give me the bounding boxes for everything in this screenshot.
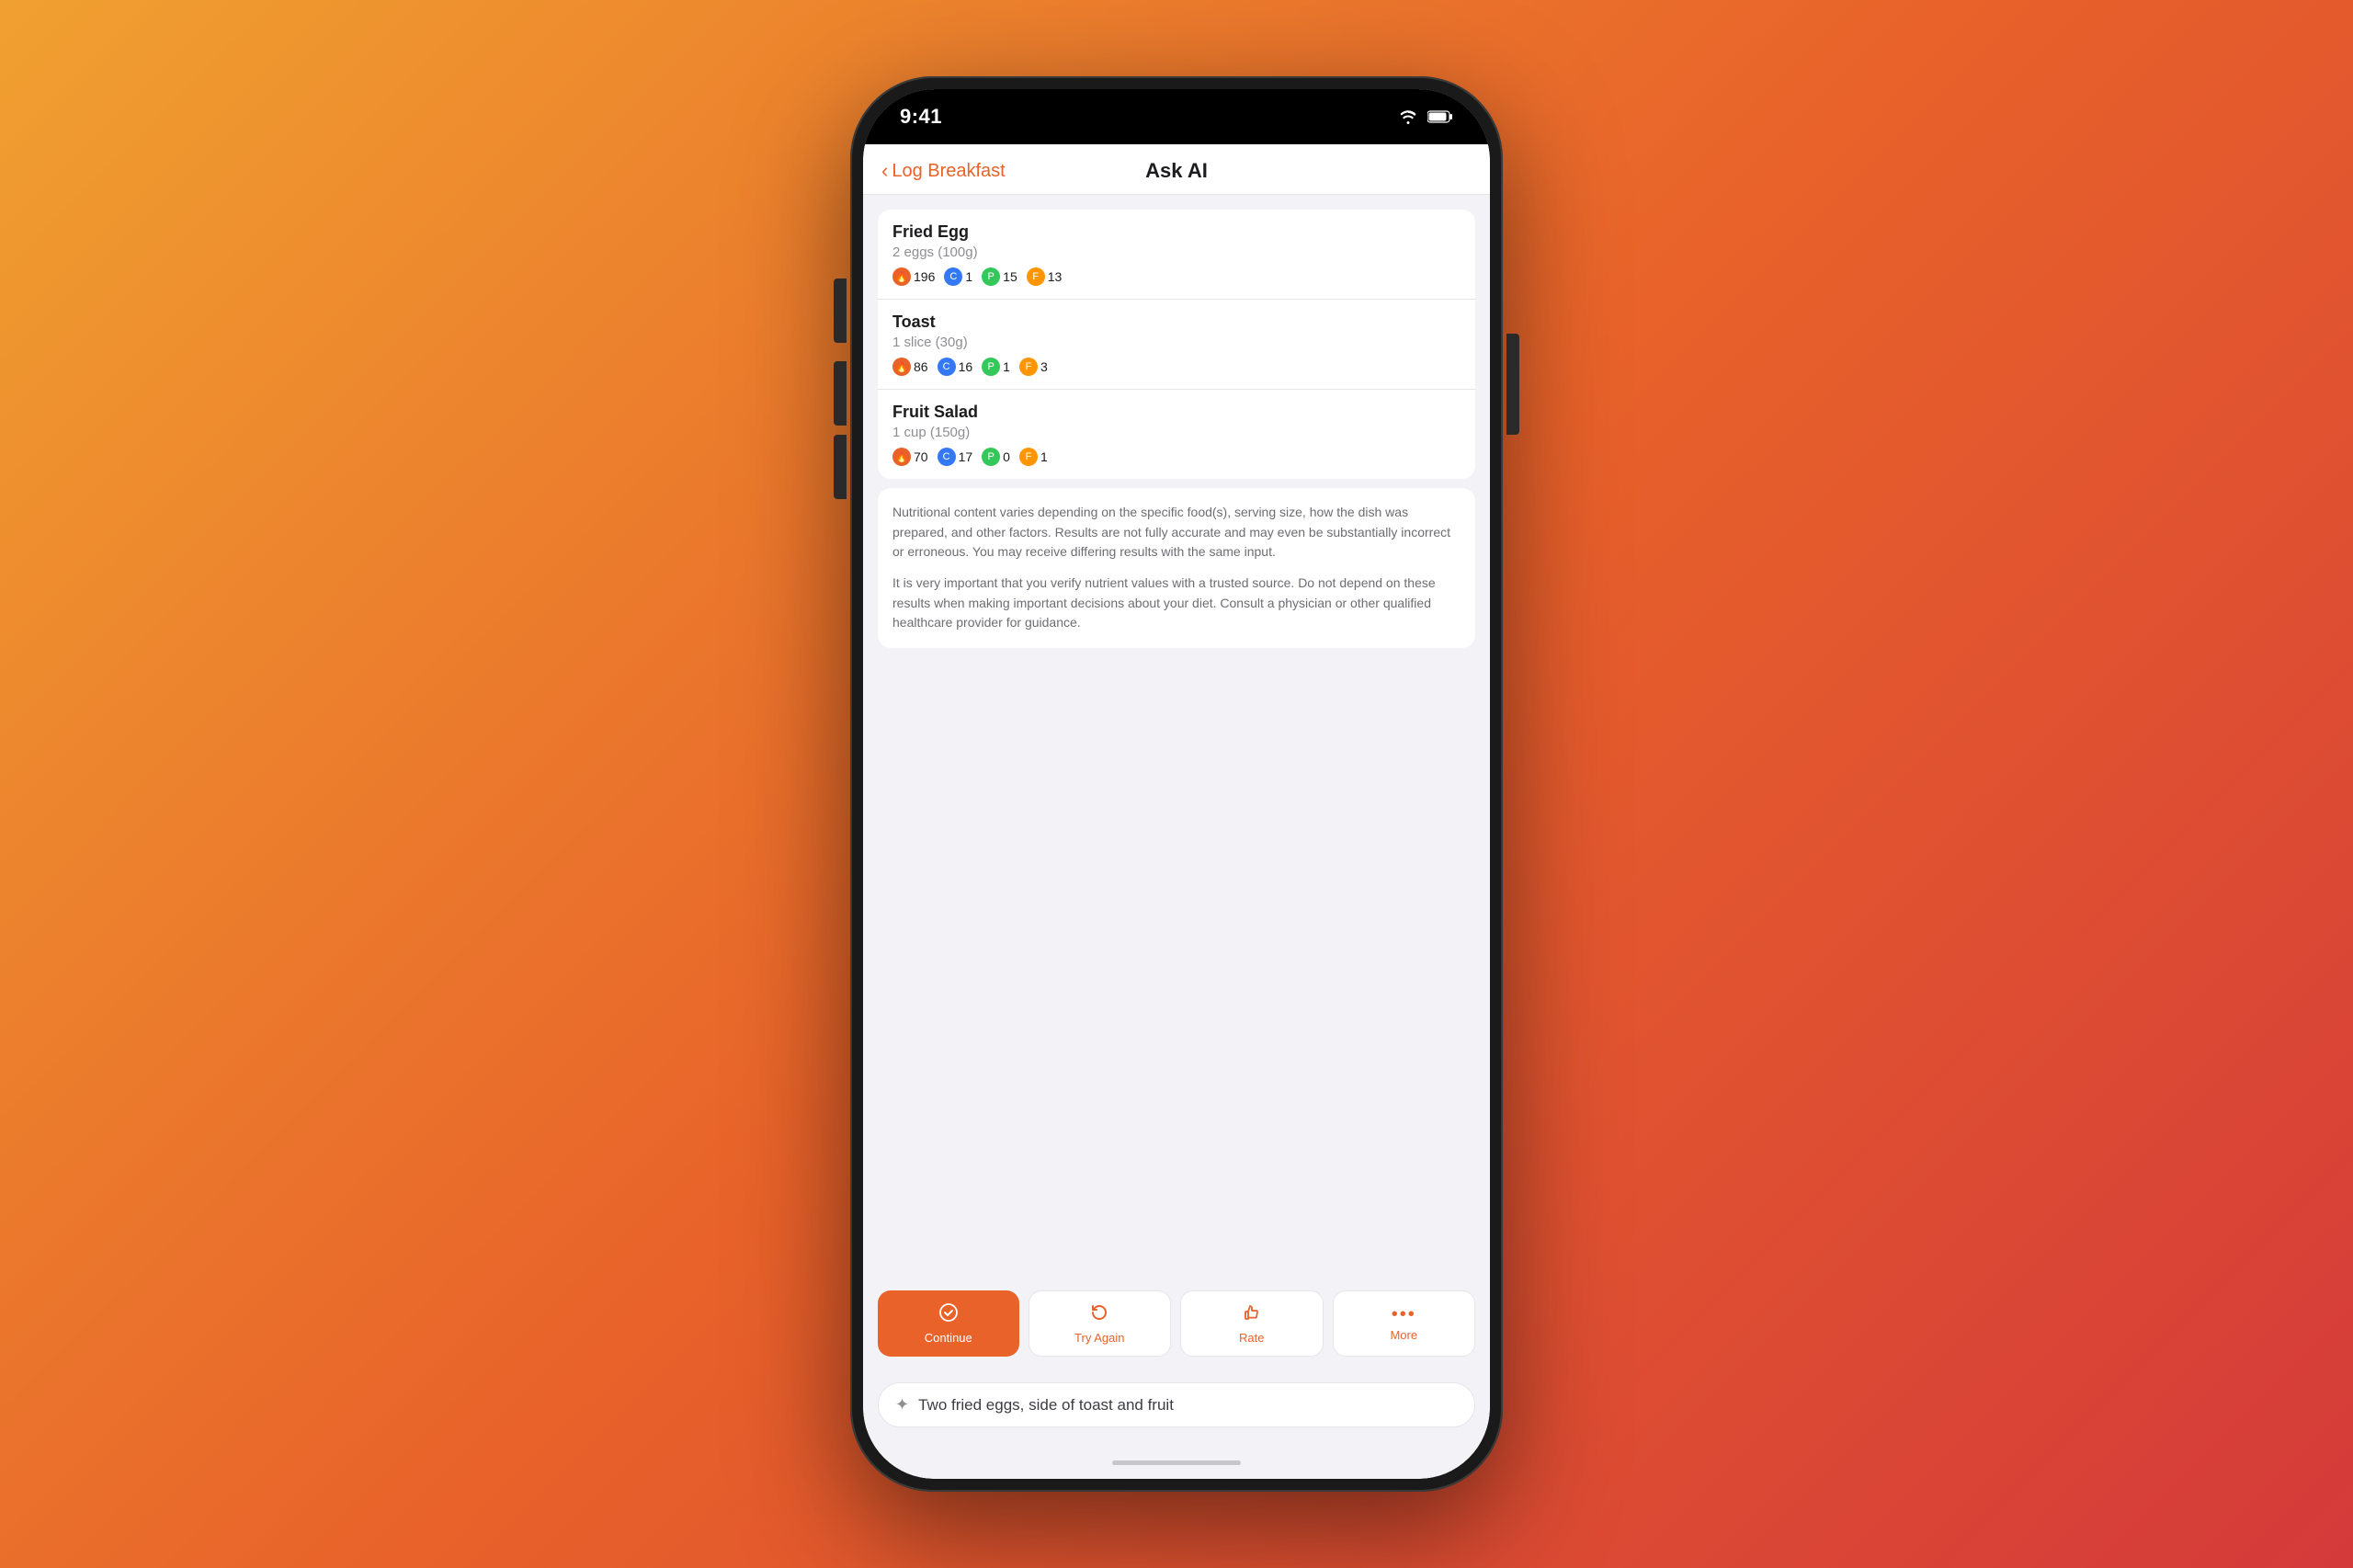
- app-content: ‹ Log Breakfast Ask AI Fried Egg 2 eggs …: [863, 144, 1490, 1479]
- protein-badge-egg: P 15: [982, 267, 1017, 286]
- food-item-toast: Toast 1 slice (30g) 🔥 86 C 16: [878, 300, 1475, 389]
- protein-badge-toast: P 1: [982, 358, 1010, 376]
- food-serving-fried-egg: 2 eggs (100g): [892, 244, 1461, 260]
- check-circle-icon: [938, 1302, 959, 1323]
- food-serving-fruit-salad: 1 cup (150g): [892, 425, 1461, 440]
- bottom-input-area: ✦ Two fried eggs, side of toast and frui…: [863, 1371, 1490, 1446]
- food-cards-group: Fried Egg 2 eggs (100g) 🔥 196 C 1: [878, 210, 1475, 479]
- carb-value-fruit: 17: [959, 449, 973, 464]
- continue-label: Continue: [925, 1331, 972, 1345]
- food-name-fruit-salad: Fruit Salad: [892, 403, 1461, 422]
- fat-icon-toast: F: [1019, 358, 1038, 376]
- try-again-button[interactable]: Try Again: [1029, 1290, 1172, 1357]
- carb-badge-toast: C 16: [938, 358, 973, 376]
- food-nutrients-fruit-salad: 🔥 70 C 17 P 0: [892, 448, 1461, 466]
- disclaimer-para2: It is very important that you verify nut…: [892, 574, 1461, 633]
- fat-badge-toast: F 3: [1019, 358, 1048, 376]
- try-again-icon: [1089, 1302, 1109, 1326]
- dynamic-island: [1098, 102, 1255, 139]
- protein-value-fruit: 0: [1003, 449, 1010, 464]
- refresh-icon: [1089, 1302, 1109, 1323]
- more-button[interactable]: ••• More: [1333, 1290, 1476, 1357]
- food-nutrients-fried-egg: 🔥 196 C 1 P 15: [892, 267, 1461, 286]
- cal-badge-toast: 🔥 86: [892, 358, 928, 376]
- fat-value-egg: 13: [1048, 269, 1063, 284]
- fat-icon-fruit: F: [1019, 448, 1038, 466]
- carb-icon-fruit: C: [938, 448, 956, 466]
- more-icon: •••: [1392, 1305, 1416, 1324]
- carb-icon-toast: C: [938, 358, 956, 376]
- carb-value-toast: 16: [959, 359, 973, 374]
- cal-value-fruit: 70: [914, 449, 928, 464]
- food-name-toast: Toast: [892, 312, 1461, 332]
- carb-badge-egg: C 1: [944, 267, 972, 286]
- fat-value-fruit: 1: [1040, 449, 1048, 464]
- disclaimer-para1: Nutritional content varies depending on …: [892, 503, 1461, 562]
- nav-title: Ask AI: [1145, 159, 1208, 183]
- cal-badge-egg: 🔥 196: [892, 267, 935, 286]
- wifi-icon: [1398, 109, 1418, 124]
- cal-icon-fruit: 🔥: [892, 448, 911, 466]
- protein-value-toast: 1: [1003, 359, 1010, 374]
- rate-button[interactable]: Rate: [1180, 1290, 1324, 1357]
- cal-icon-toast: 🔥: [892, 358, 911, 376]
- cal-badge-fruit: 🔥 70: [892, 448, 928, 466]
- protein-icon-egg: P: [982, 267, 1000, 286]
- food-nutrients-toast: 🔥 86 C 16 P 1: [892, 358, 1461, 376]
- protein-icon-fruit: P: [982, 448, 1000, 466]
- cal-value-egg: 196: [914, 269, 935, 284]
- status-bar: 9:41: [863, 89, 1490, 144]
- carb-icon-egg: C: [944, 267, 962, 286]
- continue-icon: [938, 1302, 959, 1326]
- nav-back-button[interactable]: ‹ Log Breakfast: [881, 161, 1006, 182]
- sparkle-icon: ✦: [895, 1395, 909, 1415]
- food-name-fried-egg: Fried Egg: [892, 222, 1461, 242]
- home-indicator: [863, 1446, 1490, 1479]
- nav-bar: ‹ Log Breakfast Ask AI: [863, 144, 1490, 195]
- rate-label: Rate: [1239, 1331, 1264, 1345]
- carb-badge-fruit: C 17: [938, 448, 973, 466]
- carb-value-egg: 1: [965, 269, 972, 284]
- food-serving-toast: 1 slice (30g): [892, 335, 1461, 350]
- action-buttons-row: Continue Try Again: [863, 1276, 1490, 1371]
- disclaimer-block: Nutritional content varies depending on …: [878, 488, 1475, 648]
- scroll-area: Fried Egg 2 eggs (100g) 🔥 196 C 1: [863, 195, 1490, 1276]
- back-label: Log Breakfast: [892, 161, 1005, 182]
- status-icons: [1398, 109, 1453, 124]
- continue-button[interactable]: Continue: [878, 1290, 1019, 1357]
- fat-badge-fruit: F 1: [1019, 448, 1048, 466]
- try-again-label: Try Again: [1074, 1331, 1124, 1345]
- more-label: More: [1390, 1328, 1417, 1342]
- cal-value-toast: 86: [914, 359, 928, 374]
- back-chevron-icon: ‹: [881, 161, 888, 181]
- food-item-fruit-salad: Fruit Salad 1 cup (150g) 🔥 70 C 17: [878, 390, 1475, 479]
- protein-badge-fruit: P 0: [982, 448, 1010, 466]
- cal-icon-egg: 🔥: [892, 267, 911, 286]
- search-input-text: Two fried eggs, side of toast and fruit: [918, 1396, 1458, 1415]
- search-input-container[interactable]: ✦ Two fried eggs, side of toast and frui…: [878, 1382, 1475, 1427]
- phone-frame: 9:41: [850, 76, 1503, 1492]
- fat-value-toast: 3: [1040, 359, 1048, 374]
- fat-icon-egg: F: [1027, 267, 1045, 286]
- status-time: 9:41: [900, 105, 942, 129]
- fat-badge-egg: F 13: [1027, 267, 1063, 286]
- food-item-fried-egg: Fried Egg 2 eggs (100g) 🔥 196 C 1: [878, 210, 1475, 299]
- battery-icon: [1427, 110, 1453, 123]
- thumbs-up-icon: [1242, 1302, 1262, 1323]
- protein-value-egg: 15: [1003, 269, 1017, 284]
- protein-icon-toast: P: [982, 358, 1000, 376]
- rate-icon: [1242, 1302, 1262, 1326]
- home-bar: [1112, 1460, 1241, 1465]
